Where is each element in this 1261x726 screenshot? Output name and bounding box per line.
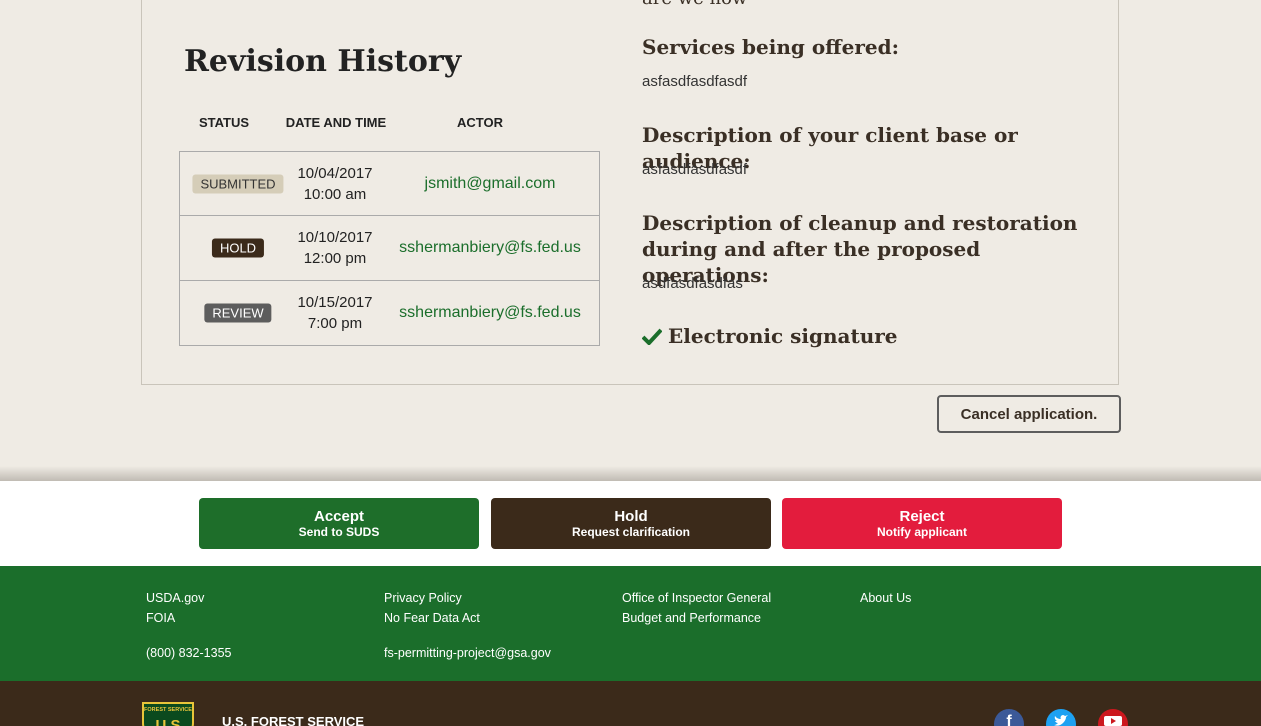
- date-time-cell: 10/15/2017 7:00 pm: [285, 292, 385, 334]
- status-header: STATUS: [198, 115, 250, 130]
- foia-link[interactable]: FOIA: [146, 611, 175, 625]
- date-time-cell: 10/04/2017 10:00 am: [285, 163, 385, 205]
- actor-header: ACTOR: [457, 115, 503, 130]
- budget-performance-link[interactable]: Budget and Performance: [622, 611, 761, 625]
- status-badge: REVIEW: [204, 303, 272, 323]
- cleanup-value: asdfasdfasdfas: [642, 275, 743, 292]
- twitter-icon[interactable]: [1046, 709, 1076, 726]
- accept-sublabel: Send to SUDS: [298, 524, 380, 539]
- hold-label: Hold: [614, 507, 648, 525]
- actor-link[interactable]: sshermanbiery@fs.fed.us: [390, 304, 590, 322]
- client-base-value: asfasdfasdfasdf: [642, 161, 748, 178]
- inspector-general-link[interactable]: Office of Inspector General: [622, 591, 771, 605]
- status-badge: HOLD: [211, 238, 265, 258]
- forest-service-shield-logo: FOREST SERVICE U S: [142, 702, 194, 726]
- revision-table: SUBMITTED 10/04/2017 10:00 am jsmith@gma…: [179, 151, 600, 346]
- status-badge: SUBMITTED: [192, 174, 284, 193]
- date-time-header: DATE AND TIME: [285, 115, 387, 130]
- accept-button[interactable]: Accept Send to SUDS: [199, 498, 479, 549]
- agency-footer: FOREST SERVICE U S U.S. FOREST SERVICE f: [0, 681, 1261, 726]
- date-text: 10/15/2017: [297, 294, 373, 311]
- logo-arc-text: FOREST SERVICE: [144, 707, 192, 713]
- services-value: asfasdfasdfasdf: [642, 73, 748, 90]
- phone-link[interactable]: (800) 832-1355: [146, 646, 231, 660]
- actor-link[interactable]: jsmith@gmail.com: [390, 175, 590, 193]
- checkmark-icon: [642, 328, 662, 345]
- services-label: Services being offered:: [642, 35, 899, 59]
- reject-button[interactable]: Reject Notify applicant: [782, 498, 1062, 549]
- time-text: 12:00 pm: [303, 250, 367, 267]
- actor-link[interactable]: sshermanbiery@fs.fed.us: [390, 239, 590, 257]
- hold-sublabel: Request clarification: [571, 524, 691, 539]
- time-text: 10:00 am: [303, 185, 367, 203]
- usda-link[interactable]: USDA.gov: [146, 591, 204, 605]
- about-us-link[interactable]: About Us: [860, 591, 911, 605]
- action-bar: Accept Send to SUDS Hold Request clarifi…: [0, 481, 1261, 566]
- agency-name: U.S. FOREST SERVICE: [222, 714, 365, 726]
- hold-button[interactable]: Hold Request clarification: [491, 498, 771, 549]
- electronic-signature: Electronic signature: [642, 324, 898, 348]
- revision-history-title: Revision History: [184, 44, 462, 79]
- youtube-icon[interactable]: [1098, 709, 1128, 726]
- reject-sublabel: Notify applicant: [876, 524, 967, 539]
- time-text: 7:00 pm: [307, 315, 363, 332]
- signature-label: Electronic signature: [668, 324, 898, 348]
- table-row: SUBMITTED 10/04/2017 10:00 am jsmith@gma…: [180, 152, 599, 216]
- cut-off-text: are we now: [642, 0, 747, 9]
- date-time-cell: 10/10/2017 12:00 pm: [285, 227, 385, 269]
- reject-label: Reject: [899, 507, 945, 525]
- privacy-policy-link[interactable]: Privacy Policy: [384, 591, 462, 605]
- action-bar-shadow: [0, 466, 1261, 482]
- date-text: 10/04/2017: [297, 164, 373, 182]
- footer-links: USDA.gov FOIA (800) 832-1355 Privacy Pol…: [0, 566, 1261, 681]
- facebook-icon[interactable]: f: [994, 709, 1024, 726]
- table-row: HOLD 10/10/2017 12:00 pm sshermanbiery@f…: [180, 216, 599, 281]
- date-text: 10/10/2017: [297, 229, 373, 246]
- cancel-application-button[interactable]: Cancel application.: [937, 395, 1121, 433]
- logo-initials: U S: [155, 717, 180, 726]
- contact-email-link[interactable]: fs-permitting-project@gsa.gov: [384, 646, 551, 660]
- no-fear-act-link[interactable]: No Fear Data Act: [384, 611, 480, 625]
- table-row: REVIEW 10/15/2017 7:00 pm sshermanbiery@…: [180, 281, 599, 345]
- accept-label: Accept: [313, 507, 365, 525]
